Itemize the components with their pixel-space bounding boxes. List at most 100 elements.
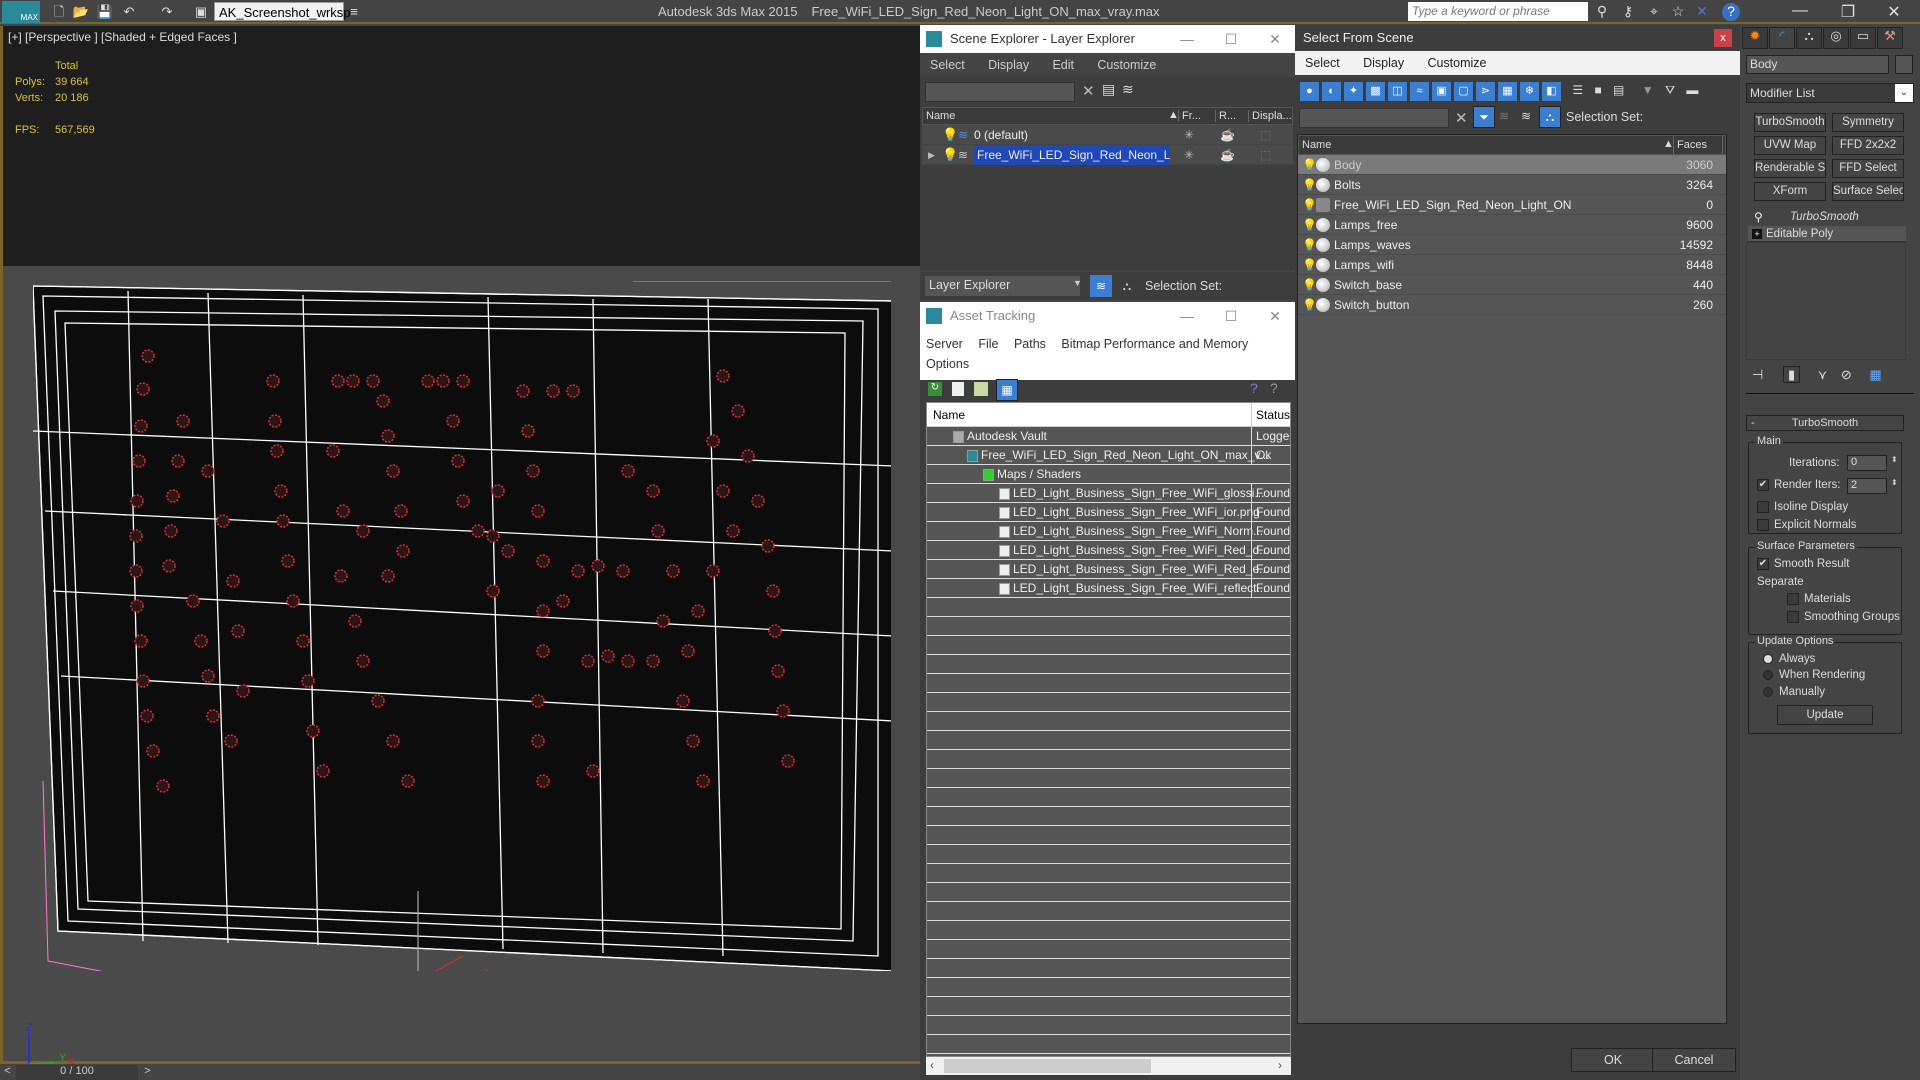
layers-icon[interactable]: ≋: [1499, 109, 1509, 123]
asset-row[interactable]: LED_Light_Business_Sign_Free_WiFi_Norm..…: [927, 522, 1290, 541]
columns-icon[interactable]: ▬: [1686, 83, 1698, 97]
menu-customize[interactable]: Customize: [1427, 56, 1486, 70]
scroll-right-icon[interactable]: ›: [1278, 1058, 1282, 1072]
explorer-type-dropdown[interactable]: Layer Explorer: [925, 276, 1080, 296]
menu-server[interactable]: Server: [926, 337, 963, 351]
stack-item-turbosmooth[interactable]: TurboSmooth: [1790, 211, 1859, 223]
minimize-button[interactable]: —: [1167, 302, 1207, 330]
groups-filter-icon[interactable]: ▣: [1431, 81, 1452, 102]
shapes-filter-icon[interactable]: ◐: [1321, 81, 1342, 102]
menu-customize[interactable]: Customize: [1097, 58, 1156, 72]
menu-display[interactable]: Display: [988, 58, 1029, 72]
workspace-dropdown[interactable]: AK_Screenshot_wrksp: [214, 2, 351, 21]
col-status[interactable]: Status: [1251, 403, 1290, 427]
binoculars-icon[interactable]: ⚲: [1592, 3, 1612, 21]
list-view-icon[interactable]: [952, 382, 964, 396]
materials-row[interactable]: Materials: [1787, 593, 1851, 605]
display-box-icon[interactable]: ⬚: [1260, 125, 1271, 145]
remove-modifier-icon[interactable]: ⊘: [1841, 367, 1852, 382]
menu-bitmap-performance[interactable]: Bitmap Performance and Memory: [1061, 337, 1248, 351]
scroll-left-icon[interactable]: ‹: [930, 1058, 934, 1072]
close-button[interactable]: x: [1714, 29, 1732, 47]
radio-when-rendering[interactable]: [1763, 669, 1773, 680]
filter-options-icon[interactable]: ⛛: [1665, 83, 1675, 97]
radio-always[interactable]: [1763, 653, 1773, 664]
menu-edit[interactable]: Edit: [1052, 58, 1074, 72]
update-when-rendering-option[interactable]: When Rendering: [1763, 669, 1865, 681]
clear-search-icon[interactable]: ✕: [1082, 82, 1095, 100]
table-view-icon[interactable]: ▦: [996, 379, 1018, 401]
new-layer-icon[interactable]: ▤: [1102, 81, 1115, 98]
motion-tab-icon[interactable]: ◎: [1823, 27, 1849, 49]
containers-filter-icon[interactable]: ▦: [1497, 81, 1518, 102]
update-always-option[interactable]: Always: [1763, 653, 1815, 665]
modifier-button-renderable-spline[interactable]: Renderable Spline: [1754, 159, 1826, 178]
close-button[interactable]: ✕: [1255, 302, 1295, 330]
layer-row[interactable]: ▶ 💡 ≋ Free_WiFi_LED_Sign_Red_Neon_Ligh..…: [922, 145, 1293, 165]
light-bulb-icon[interactable]: 💡: [1302, 155, 1317, 175]
render-iters-checkbox[interactable]: ✔: [1757, 479, 1769, 491]
horizontal-scrollbar[interactable]: ‹ ›: [926, 1057, 1291, 1075]
help-online-icon[interactable]: ?: [1250, 380, 1258, 396]
close-button[interactable]: ✕: [1874, 2, 1914, 22]
isoline-checkbox[interactable]: [1757, 501, 1769, 513]
object-row[interactable]: 💡 Lamps_free 9600: [1298, 215, 1726, 235]
object-row[interactable]: 💡 Lamps_waves 14592: [1298, 235, 1726, 255]
clear-search-icon[interactable]: ✕: [1455, 109, 1468, 127]
minimize-button[interactable]: —: [1167, 25, 1207, 53]
dialog-titlebar[interactable]: Select From Scene x: [1295, 25, 1740, 51]
smoothing-groups-row[interactable]: Smoothing Groups: [1787, 611, 1900, 623]
project-folder-icon[interactable]: ▣: [192, 3, 210, 21]
expand-plus-icon[interactable]: +: [1752, 229, 1762, 239]
select-all-icon[interactable]: ☰: [1572, 83, 1583, 97]
col-freeze[interactable]: Fr...: [1178, 110, 1214, 122]
asset-row[interactable]: LED_Light_Business_Sign_Free_WiFi_glossi…: [927, 484, 1290, 503]
layers-view-icon[interactable]: ≋: [1521, 109, 1531, 123]
display-tab-icon[interactable]: ▭: [1850, 27, 1876, 49]
geometry-filter-icon[interactable]: ●: [1299, 81, 1320, 102]
smooth-result-row[interactable]: ✔ Smooth Result: [1757, 558, 1849, 570]
explicit-normals-row[interactable]: Explicit Normals: [1757, 519, 1856, 531]
teapot-render-icon[interactable]: ☕: [1220, 125, 1235, 145]
menu-display[interactable]: Display: [1363, 56, 1404, 70]
make-unique-icon[interactable]: ⋎: [1818, 367, 1828, 382]
restore-button[interactable]: ❐: [1828, 2, 1868, 22]
find-input[interactable]: [925, 82, 1075, 102]
helpers-filter-icon[interactable]: ◫: [1387, 81, 1408, 102]
light-bulb-icon[interactable]: 💡: [1302, 295, 1317, 315]
asset-row[interactable]: LED_Light_Business_Sign_Free_WiFi_ior.pn…: [927, 503, 1290, 522]
render-iters-spinner[interactable]: 2: [1847, 478, 1887, 494]
object-color-swatch[interactable]: [1895, 55, 1913, 74]
explicit-normals-checkbox[interactable]: [1757, 519, 1769, 531]
customize-toolbar-icon[interactable]: ≡: [345, 3, 363, 21]
spinner-arrows-icon[interactable]: ⬍: [1891, 455, 1898, 464]
configure-sets-icon[interactable]: ▦: [1869, 367, 1881, 382]
app-menu-button[interactable]: MAX: [2, 1, 40, 23]
freeze-icon[interactable]: ✳: [1184, 125, 1194, 145]
menu-file[interactable]: File: [978, 337, 998, 351]
object-row[interactable]: 💡 Free_WiFi_LED_Sign_Red_Neon_Light_ON 0: [1298, 195, 1726, 215]
perspective-viewport[interactable]: [+] [Perspective ] [Shaded + Edged Faces…: [0, 26, 920, 1068]
undo-icon[interactable]: ↶: [120, 3, 138, 21]
help-icon[interactable]: ?: [1722, 3, 1740, 21]
hidden-filter-icon[interactable]: ◧: [1541, 81, 1562, 102]
object-row[interactable]: 💡 Bolts 3264: [1298, 175, 1726, 195]
light-bulb-icon[interactable]: 💡: [1302, 275, 1317, 295]
utilities-tab-icon[interactable]: ⚒: [1877, 27, 1903, 49]
refresh-icon[interactable]: ↻: [928, 382, 942, 396]
show-end-result-icon[interactable]: ▮: [1782, 366, 1801, 383]
modifier-button-ffd-2x2x2[interactable]: FFD 2x2x2: [1832, 136, 1904, 155]
close-button[interactable]: ✕: [1255, 25, 1295, 53]
new-file-icon[interactable]: 🗋: [50, 3, 68, 21]
menu-select[interactable]: Select: [930, 58, 965, 72]
asset-row[interactable]: Maps / Shaders: [927, 465, 1290, 484]
light-bulb-icon[interactable]: 💡: [1302, 195, 1317, 215]
isoline-row[interactable]: Isoline Display: [1757, 501, 1848, 513]
search-input[interactable]: Type a keyword or phrase: [1408, 2, 1588, 21]
select-none-icon[interactable]: ■: [1594, 83, 1601, 97]
asset-row[interactable]: LED_Light_Business_Sign_Free_WiFi_reflec…: [927, 579, 1290, 598]
modifier-button-turbosmooth[interactable]: TurboSmooth: [1754, 113, 1826, 132]
save-icon[interactable]: 💾: [96, 3, 114, 21]
ok-button[interactable]: OK: [1571, 1048, 1655, 1072]
modifier-button-uvw-map[interactable]: UVW Map: [1754, 136, 1826, 155]
